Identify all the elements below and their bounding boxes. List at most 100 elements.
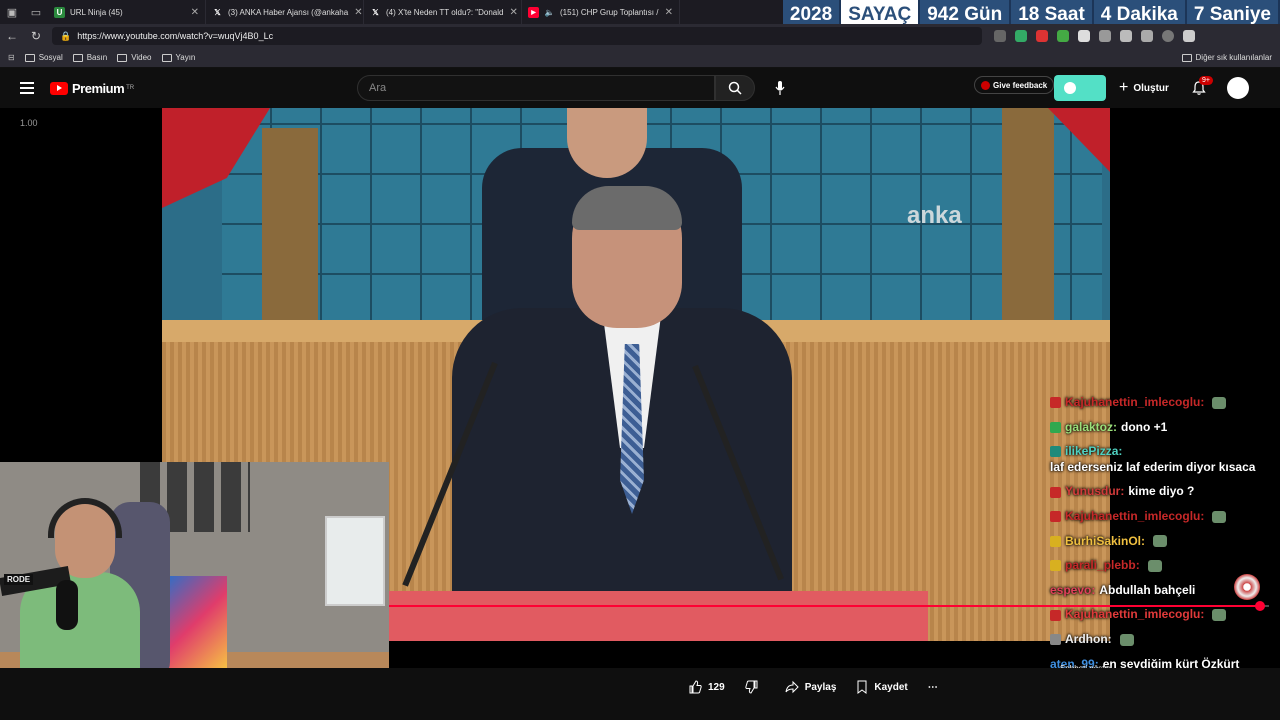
microphone-icon	[775, 81, 785, 95]
close-icon[interactable]: ✕	[185, 7, 199, 18]
more-actions-button[interactable]: ⋯	[928, 682, 938, 693]
address-field[interactable]: 🔒 https://www.youtube.com/watch?v=wuqVj4…	[52, 27, 982, 45]
account-avatar[interactable]	[1227, 77, 1249, 99]
create-label: Oluştur	[1133, 82, 1169, 94]
search-button[interactable]	[715, 75, 755, 101]
extension-toggle[interactable]	[1054, 75, 1106, 101]
close-icon[interactable]: ✕	[503, 7, 517, 18]
bookmark-manager-icon[interactable]: ⊟	[8, 53, 15, 62]
streamer-microphone	[56, 580, 78, 630]
browser-tab-active[interactable]: ▶ 🔈 (151) CHP Grup Toplantısı / ✕	[522, 0, 680, 24]
close-icon[interactable]: ✕	[659, 7, 673, 18]
logo-text: Premium	[72, 80, 125, 96]
chat-text: Abdullah bahçeli	[1099, 582, 1196, 597]
speaker-hair	[572, 186, 682, 230]
extension-icon[interactable]	[1015, 30, 1027, 42]
chat-message: espevo: Abdullah bahçeli	[1050, 583, 1268, 599]
anka-watermark: anka	[907, 202, 962, 229]
create-button[interactable]: + Oluştur	[1119, 76, 1169, 100]
extension-icon[interactable]	[1141, 30, 1153, 42]
search-icon	[728, 81, 742, 95]
chat-username[interactable]: BurhiSakinOl:	[1065, 534, 1145, 550]
wood-pillar	[1002, 108, 1054, 328]
share-icon	[785, 680, 799, 694]
bookmark-folder[interactable]: Video	[117, 53, 152, 62]
video-player[interactable]: 1.00 anka RODE Kajuhanettin_imlecoglu: g…	[0, 108, 1280, 720]
youtube-icon	[50, 81, 68, 95]
chat-badge-icon	[1050, 535, 1061, 547]
browser-tab[interactable]: 𝕏 (3) ANKA Haber Ajansı (@ankaha ✕	[206, 0, 364, 24]
chat-text: laf ederseniz laf ederim diyor kısaca	[1050, 459, 1256, 474]
menu-icon[interactable]	[20, 79, 34, 97]
search-input[interactable]: Ara	[357, 75, 715, 101]
chat-username[interactable]: Kajuhanettin_imlecoglu:	[1065, 509, 1204, 525]
tab-title: URL Ninja (45)	[70, 7, 123, 17]
chat-message: Kajuhanettin_imlecoglu:	[1050, 395, 1268, 411]
sidebar-toggle-icon[interactable]: ▭	[24, 0, 48, 24]
video-actions-bar: 129 Paylaş Kaydet ⋯	[0, 668, 1280, 720]
chat-username[interactable]: Kajuhanettin_imlecoglu:	[1065, 395, 1204, 411]
chat-message: parali_plebb:	[1050, 558, 1268, 574]
like-button[interactable]: 129	[688, 680, 725, 694]
extension-icon[interactable]	[1078, 30, 1090, 42]
chat-username[interactable]: galaktoz:	[1065, 420, 1117, 436]
folder-icon	[72, 53, 83, 62]
voice-search-button[interactable]	[772, 79, 788, 97]
bookmark-label: Sosyal	[38, 53, 63, 62]
browser-tab[interactable]: U URL Ninja (45) ✕	[48, 0, 206, 24]
speaker-icon[interactable]: 🔈	[544, 7, 555, 18]
chat-badge-icon	[1050, 511, 1061, 523]
whiteboard	[325, 516, 385, 606]
profile-icon[interactable]	[1162, 30, 1174, 42]
reload-icon[interactable]: ↻	[24, 29, 48, 43]
bookmark-label: Yayın	[175, 53, 196, 62]
tab-title: (151) CHP Grup Toplantısı /	[560, 7, 659, 17]
extension-icon[interactable]	[994, 30, 1006, 42]
extension-icon[interactable]	[1036, 30, 1048, 42]
share-button[interactable]: Paylaş	[785, 680, 836, 694]
save-button[interactable]: Kaydet	[856, 680, 908, 694]
browser-toolbar: ← ↻ 🔒 https://www.youtube.com/watch?v=wu…	[0, 24, 1280, 48]
menu-icon[interactable]	[1183, 30, 1195, 42]
region-code: TR	[126, 84, 135, 91]
save-label: Kaydet	[874, 681, 908, 693]
bookmarks-bar: ⊟ Sosyal Basın Video Yayın Diğer sık kul…	[0, 48, 1280, 68]
tab-overview-icon[interactable]: ▣	[0, 0, 24, 24]
chat-message: Kajuhanettin_imlecoglu:	[1050, 607, 1268, 623]
chat-username[interactable]: ilikePizza:	[1065, 444, 1122, 460]
chat-username[interactable]: Ardhon:	[1065, 632, 1112, 648]
extension-icon[interactable]	[1057, 30, 1069, 42]
thumbs-down-icon	[745, 680, 758, 694]
give-feedback-button[interactable]: Give feedback	[974, 76, 1055, 94]
bookmark-folder[interactable]: Sosyal	[24, 53, 63, 62]
folder-icon	[117, 53, 128, 62]
chat-emote-icon	[1153, 535, 1168, 548]
chat-username[interactable]: espevo:	[1050, 583, 1095, 599]
dislike-button[interactable]	[745, 680, 765, 694]
bookmark-label: Video	[131, 53, 152, 62]
youtube-premium-logo[interactable]: Premium TR	[50, 81, 134, 96]
chat-message: galaktoz: dono +1	[1050, 420, 1268, 436]
chat-username[interactable]: Kajuhanettin_imlecoglu:	[1065, 607, 1204, 623]
folder-icon	[1181, 53, 1192, 62]
bookmark-folder[interactable]: Yayın	[161, 53, 196, 62]
chat-message: Kajuhanettin_imlecoglu:	[1050, 509, 1268, 525]
extension-icon[interactable]	[1120, 30, 1132, 42]
chat-badge-icon	[1050, 634, 1061, 646]
chat-emote-icon	[1212, 609, 1227, 622]
chat-badge-icon	[1050, 397, 1061, 409]
close-icon[interactable]: ✕	[348, 7, 362, 18]
chat-badge-icon	[1050, 446, 1061, 458]
browser-tab[interactable]: 𝕏 (4) X'te Neden TT oldu?: "Donald ✕	[364, 0, 522, 24]
back-icon[interactable]: ←	[0, 29, 24, 43]
notification-badge: 9+	[1199, 76, 1213, 85]
chat-username[interactable]: Yunusdur:	[1065, 484, 1124, 500]
bookmark-folder[interactable]: Basın	[72, 53, 107, 62]
url-text: https://www.youtube.com/watch?v=wuqVj4B0…	[77, 31, 274, 41]
plus-icon: +	[1119, 79, 1129, 96]
other-bookmarks[interactable]: Diğer sık kullanılanlar	[1181, 53, 1272, 62]
chat-text: dono +1	[1121, 419, 1168, 434]
extension-icon[interactable]	[1099, 30, 1111, 42]
chat-username[interactable]: parali_plebb:	[1065, 558, 1140, 574]
chat-badge-icon	[1050, 560, 1061, 572]
